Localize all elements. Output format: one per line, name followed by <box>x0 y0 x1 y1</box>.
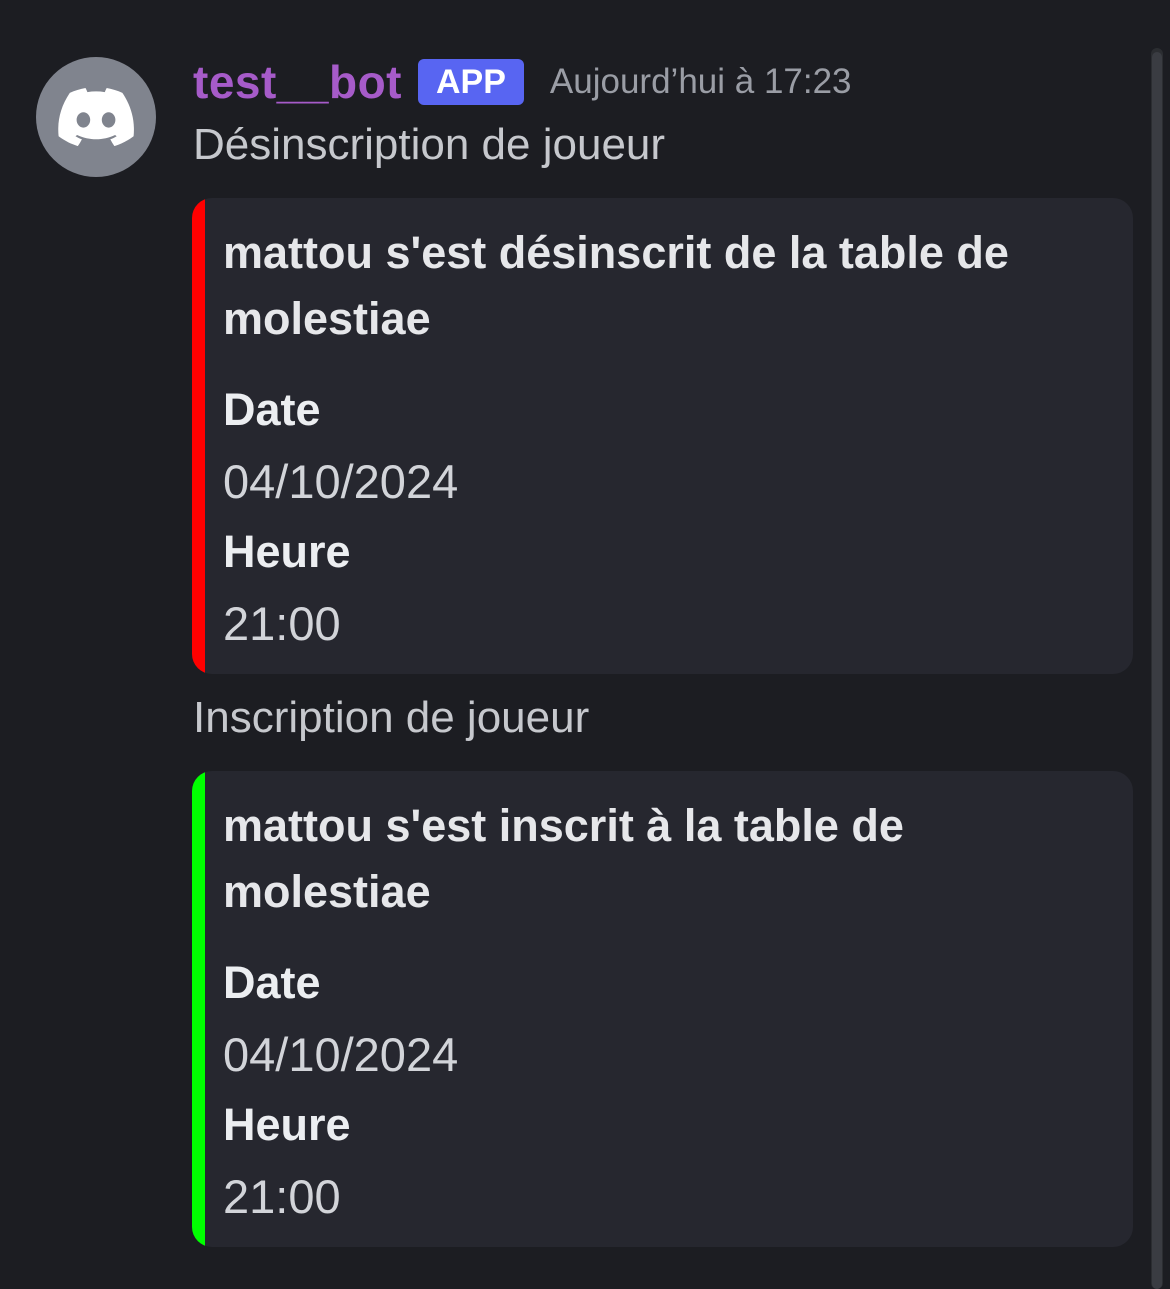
scrollbar-thumb[interactable] <box>1152 52 1162 1289</box>
embed-field-name: Date <box>223 957 321 1008</box>
embed-color-bar <box>192 771 205 1247</box>
embed-card: mattou s'est inscrit à la table de moles… <box>192 771 1133 1247</box>
app-badge: APP <box>417 59 524 105</box>
embed-field-value: 04/10/2024 <box>223 455 459 508</box>
embed-field-name: Date <box>223 384 321 435</box>
bot-message-group: test__bot APP Aujourd’hui à 17:23 Désins… <box>0 0 1150 1289</box>
embed-color-bar <box>192 198 205 674</box>
author-username[interactable]: test__bot <box>193 55 402 109</box>
embed-field-value: 21:00 <box>223 1170 341 1223</box>
embed-description: mattou s'est inscrit à la table de moles… <box>223 800 904 917</box>
discord-logo-icon <box>58 88 134 146</box>
message-timestamp[interactable]: Aujourd’hui à 17:23 <box>550 62 852 102</box>
embed-field-name: Heure <box>223 1099 351 1150</box>
embed-field-value: 21:00 <box>223 597 341 650</box>
embed-field-value: 04/10/2024 <box>223 1028 459 1081</box>
message-header: test__bot APP Aujourd’hui à 17:23 <box>193 54 852 110</box>
message-content: Désinscription de joueur <box>193 120 666 169</box>
message-content: Inscription de joueur <box>193 693 590 742</box>
embed-card: mattou s'est désinscrit de la table de m… <box>192 198 1133 674</box>
embed-description: mattou s'est désinscrit de la table de m… <box>223 227 1009 344</box>
avatar[interactable] <box>36 57 156 177</box>
scrollbar[interactable] <box>1151 48 1163 1289</box>
embed-field-name: Heure <box>223 526 351 577</box>
